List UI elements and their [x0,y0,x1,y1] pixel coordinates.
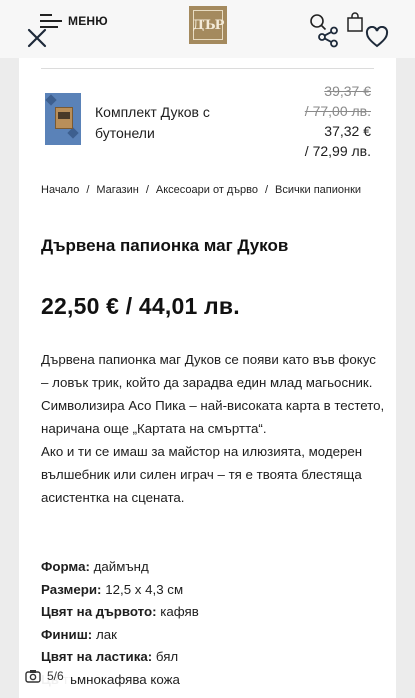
breadcrumb-home[interactable]: Начало [41,184,79,196]
breadcrumb: Начало / Магазин / Аксесоари от дърво / Всички… [41,184,362,196]
bundle-new-price-eur: 37,32 € [324,123,371,139]
bundle-title[interactable]: Комплект Дуков с бутонели [95,102,265,144]
product-specs: Форма: даймънд Размери: 12,5 х 4,3 см Цв… [41,556,381,691]
logo-text: ДЪР [193,10,224,40]
site-logo[interactable]: ДЪР [189,6,227,44]
breadcrumb-wood-accessories[interactable]: Аксесоари от дърво [156,184,258,196]
bundle-old-price-bgn: / 77,00 лв. [304,103,371,119]
site-header: МЕНЮ ДЪР [0,0,415,58]
share-icon[interactable] [317,26,339,48]
description-paragraph: Ако и ти се имаш за майстор на илюзията,… [41,444,363,505]
spec-row: Цвят на дървото: кафяв [41,604,199,619]
gallery-counter-label: 5/6 [47,669,64,683]
bag-icon[interactable] [346,12,364,32]
menu-button[interactable]: МЕНЮ [40,14,108,28]
product-description: Дървена папионка маг Дуков се появи като… [41,348,386,509]
product-title: Дървена папионка маг Дуков [41,236,289,255]
bundle-prices: 39,37 € / 77,00 лв. 37,32 € / 72,99 лв. [305,81,371,161]
menu-label: МЕНЮ [68,14,108,28]
spec-row: Форма: даймънд [41,559,149,574]
spec-row: Цвят на ластика: бял [41,649,179,664]
product-card: Комплект Дуков с бутонели 39,37 € / 77,0… [19,58,396,698]
gallery-counter[interactable]: 5/6 [19,663,71,689]
heart-icon[interactable] [365,25,389,48]
product-price: 22,50 € / 44,01 лв. [41,293,240,319]
breadcrumb-shop[interactable]: Магазин [96,184,138,196]
spec-row: Финиш: лак [41,626,117,642]
bundle-offer[interactable]: Комплект Дуков с бутонели 39,37 € / 77,0… [19,78,396,198]
bundle-thumbnail[interactable] [45,93,81,145]
spec-row: Размери: 12,5 х 4,3 см [41,581,184,597]
spec-row: Цв тъмнокафява кожа [41,671,180,687]
bundle-new-price-bgn: / 72,99 лв. [304,143,371,159]
camera-icon [25,670,41,683]
description-paragraph: Дървена папионка маг Дуков се появи като… [41,352,385,436]
bundle-old-price-eur: 39,37 € [324,83,371,99]
breadcrumb-all-bow-ties[interactable]: Всички папионки [275,184,361,196]
close-icon[interactable] [25,26,49,50]
